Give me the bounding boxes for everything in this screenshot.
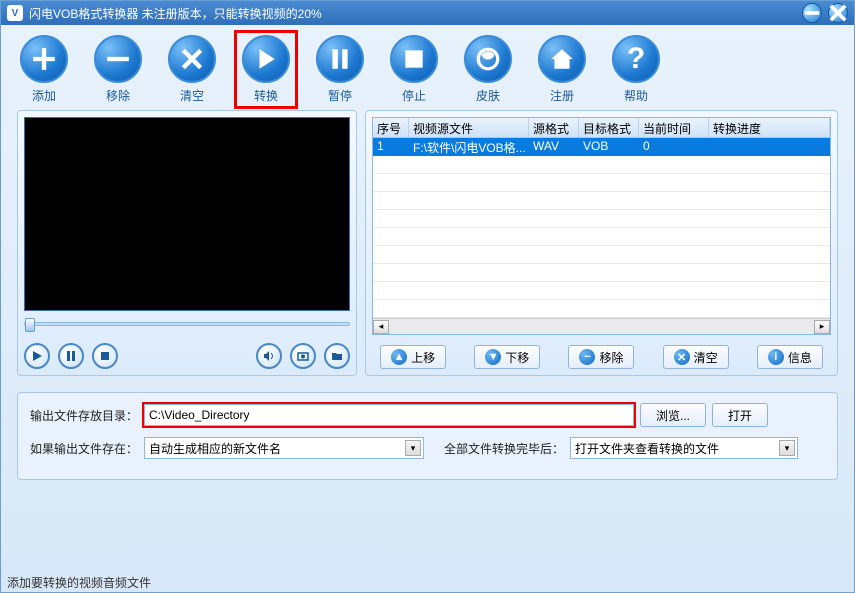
player-volume-button[interactable] — [256, 343, 282, 369]
convert-button[interactable]: 转换 — [239, 35, 293, 104]
outpath-label: 输出文件存放目录： — [30, 407, 138, 424]
moveup-button[interactable]: ▲上移 — [380, 345, 446, 369]
app-window: V 闪电VOB格式转换器 未注册版本，只能转换视频的20% 添加 移除 清空 转… — [0, 0, 855, 593]
preview-panel — [17, 110, 357, 376]
col-dstfmt[interactable]: 目标格式 — [579, 118, 639, 137]
arrow-up-icon: ▲ — [391, 349, 407, 365]
horizontal-scrollbar[interactable]: ◂ ▸ — [373, 318, 830, 334]
question-icon: ? — [612, 35, 660, 83]
player-play-button[interactable] — [24, 343, 50, 369]
window-title: 闪电VOB格式转换器 未注册版本，只能转换视频的20% — [29, 5, 802, 22]
clear-button[interactable]: 清空 — [165, 35, 219, 104]
titlebar: V 闪电VOB格式转换器 未注册版本，只能转换视频的20% — [1, 1, 854, 25]
info-button[interactable]: i信息 — [757, 345, 823, 369]
x-icon: ✕ — [674, 349, 690, 365]
remove-button[interactable]: 移除 — [91, 35, 145, 104]
play-icon — [242, 35, 290, 83]
skin-button[interactable]: 皮肤 — [461, 35, 515, 104]
ifexist-label: 如果输出文件存在： — [30, 440, 138, 457]
video-preview — [24, 117, 350, 311]
movedown-button[interactable]: ▼下移 — [474, 345, 540, 369]
table-header: 序号 视频源文件 源格式 目标格式 当前时间 转换进度 — [373, 118, 830, 138]
output-path-input[interactable] — [144, 404, 634, 426]
after-label: 全部文件转换完毕后： — [444, 440, 564, 457]
home-icon — [538, 35, 586, 83]
empty-rows — [373, 156, 830, 318]
col-srcfmt[interactable]: 源格式 — [529, 118, 579, 137]
ifexist-select[interactable]: 自动生成相应的新文件名 ▾ — [144, 437, 424, 459]
scroll-left-icon[interactable]: ◂ — [373, 320, 389, 334]
close-button[interactable] — [828, 3, 848, 23]
register-button[interactable]: 注册 — [535, 35, 589, 104]
chevron-down-icon: ▾ — [779, 440, 795, 456]
col-source[interactable]: 视频源文件 — [409, 118, 529, 137]
stop-button[interactable]: 停止 — [387, 35, 441, 104]
minus-icon — [94, 35, 142, 83]
scroll-right-icon[interactable]: ▸ — [814, 320, 830, 334]
player-pause-button[interactable] — [58, 343, 84, 369]
browse-button[interactable]: 浏览... — [640, 403, 706, 427]
seek-slider[interactable] — [24, 315, 350, 333]
output-panel: 输出文件存放目录： 浏览... 打开 如果输出文件存在： 自动生成相应的新文件名… — [17, 392, 838, 480]
table-row[interactable]: 1 F:\软件\闪电VOB格... WAV VOB 0 — [373, 138, 830, 156]
x-icon — [168, 35, 216, 83]
help-button[interactable]: ? 帮助 — [609, 35, 663, 104]
plus-icon — [20, 35, 68, 83]
file-table[interactable]: 序号 视频源文件 源格式 目标格式 当前时间 转换进度 1 F:\软件\闪电VO… — [372, 117, 831, 335]
stop-icon — [390, 35, 438, 83]
chevron-down-icon: ▾ — [405, 440, 421, 456]
info-icon: i — [768, 349, 784, 365]
list-clear-button[interactable]: ✕清空 — [663, 345, 729, 369]
add-button[interactable]: 添加 — [17, 35, 71, 104]
pause-icon — [316, 35, 364, 83]
file-list-panel: 序号 视频源文件 源格式 目标格式 当前时间 转换进度 1 F:\软件\闪电VO… — [365, 110, 838, 376]
app-logo-icon: V — [7, 5, 23, 21]
minimize-button[interactable] — [802, 3, 822, 23]
col-progress[interactable]: 转换进度 — [709, 118, 830, 137]
status-bar: 添加要转换的视频音频文件 — [1, 572, 854, 592]
list-remove-button[interactable]: −移除 — [568, 345, 634, 369]
player-folder-button[interactable] — [324, 343, 350, 369]
after-select[interactable]: 打开文件夹查看转换的文件 ▾ — [570, 437, 798, 459]
player-snapshot-button[interactable] — [290, 343, 316, 369]
col-num[interactable]: 序号 — [373, 118, 409, 137]
pause-button[interactable]: 暂停 — [313, 35, 367, 104]
skin-icon — [464, 35, 512, 83]
player-stop-button[interactable] — [92, 343, 118, 369]
arrow-down-icon: ▼ — [485, 349, 501, 365]
minus-icon: − — [579, 349, 595, 365]
open-button[interactable]: 打开 — [712, 403, 768, 427]
toolbar: 添加 移除 清空 转换 暂停 停止 皮肤 注册 — [1, 25, 854, 110]
col-time[interactable]: 当前时间 — [639, 118, 709, 137]
